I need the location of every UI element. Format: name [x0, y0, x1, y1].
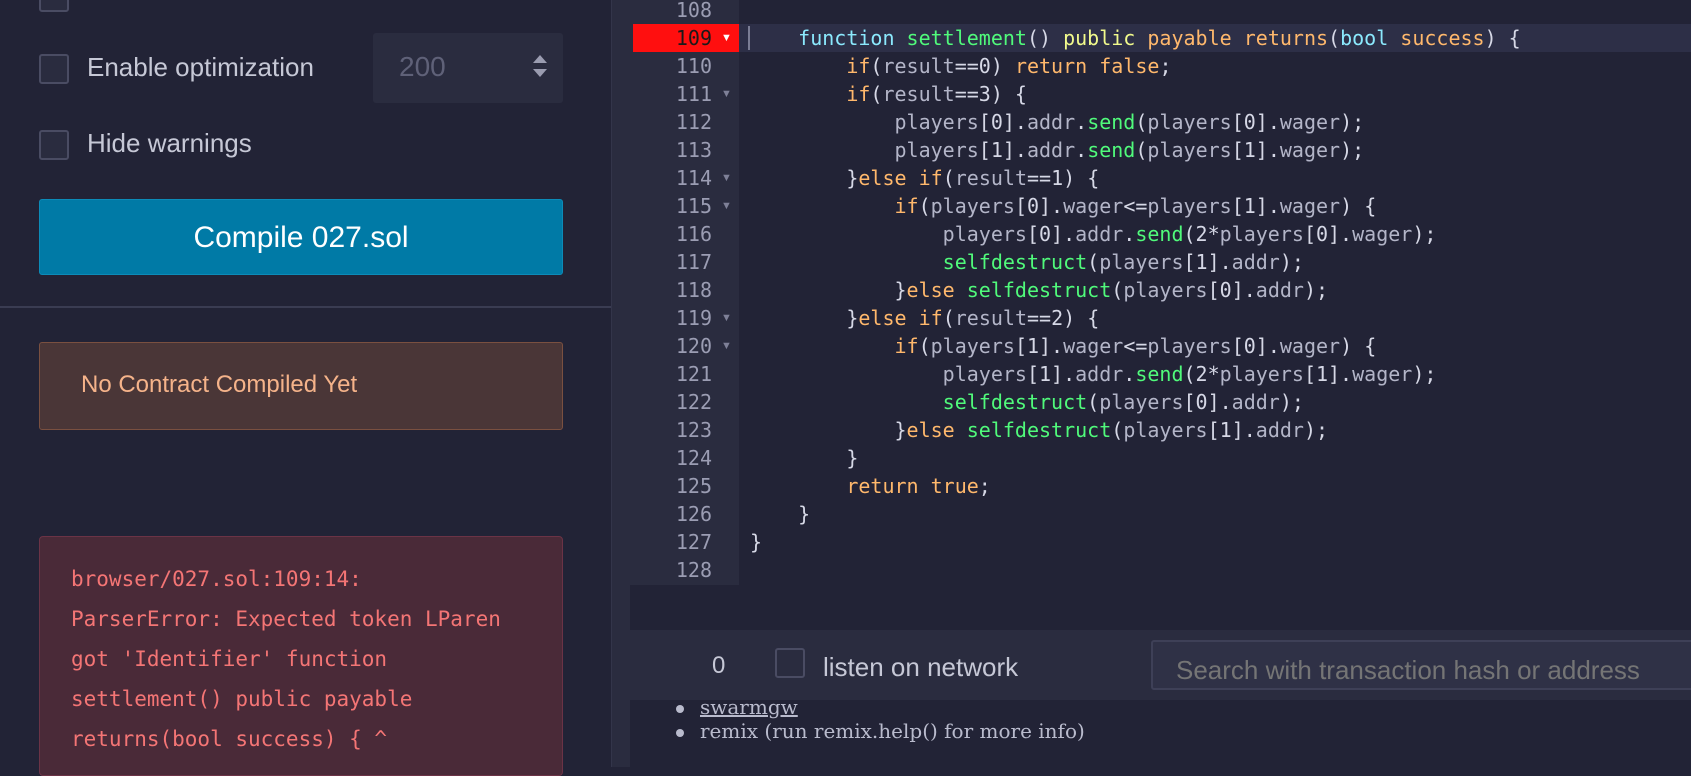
line-number: 114: [675, 166, 712, 190]
listen-on-network-checkbox[interactable]: [775, 648, 805, 678]
compile-error-box: browser/027.sol:109:14: ParserError: Exp…: [39, 536, 563, 776]
terminal-item: swarmgw: [676, 695, 798, 719]
fold-arrow-icon[interactable]: ▼: [721, 80, 732, 108]
code-line: }: [750, 530, 763, 554]
line-number: 118: [675, 278, 712, 302]
code-line: }else selfdestruct(players[0].addr);: [750, 278, 1329, 302]
decrement-arrow-icon[interactable]: [533, 69, 547, 77]
line-number: 116: [675, 222, 712, 246]
fold-arrow-icon[interactable]: ▼: [721, 332, 732, 360]
bullet-icon: [676, 705, 684, 713]
code-line: players[0].addr.send(2*players[0].wager)…: [942, 222, 1437, 246]
terminal-item: remix (run remix.help() for more info): [676, 719, 1085, 743]
code-line: players[0].addr.send(players[0].wager);: [894, 110, 1365, 134]
fold-arrow-icon[interactable]: ▼: [721, 164, 732, 192]
code-line: function settlement() public payable ret…: [798, 26, 1521, 50]
terminal-output: swarmgw remix (run remix.help() for more…: [630, 695, 1691, 767]
line-number: 128: [675, 558, 712, 582]
pending-tx-count: 0: [712, 652, 726, 679]
line-number: 110: [675, 54, 712, 78]
increment-arrow-icon[interactable]: [533, 55, 547, 63]
line-number: 108: [675, 0, 712, 22]
line-number: 124: [675, 446, 712, 470]
remix-help-text: remix (run remix.help() for more info): [700, 719, 1085, 743]
code-line: if(result==0) return false;: [846, 54, 1172, 78]
line-number: 125: [675, 474, 712, 498]
enable-optimization-label: Enable optimization: [87, 52, 314, 82]
line-number: 123: [675, 418, 712, 442]
code-line: selfdestruct(players[0].addr);: [942, 390, 1304, 414]
divider: [0, 306, 611, 308]
code-editor[interactable]: 108 109 110 111 112 113 114 115 116 117 118 119 120 1…: [630, 0, 1691, 585]
terminal-toolbar: 0 listen on network: [630, 630, 1691, 700]
hide-warnings-checkbox[interactable]: [39, 130, 69, 160]
fold-arrow-icon[interactable]: ▼: [721, 304, 732, 332]
code-line: if(players[0].wager<=players[1].wager) {: [894, 194, 1377, 218]
code-line: }: [750, 446, 859, 470]
swarmgw-link[interactable]: swarmgw: [700, 695, 798, 719]
line-number: 122: [675, 390, 712, 414]
listen-on-network-label: listen on network: [823, 652, 1019, 682]
hide-warnings-label: Hide warnings: [87, 128, 252, 158]
code-line: if(result==3) {: [846, 82, 1027, 106]
line-number: 113: [675, 138, 712, 162]
code-line: players[1].addr.send(2*players[1].wager)…: [942, 362, 1437, 386]
line-number: 115: [675, 194, 712, 218]
line-number: 112: [675, 110, 712, 134]
optimization-runs-input[interactable]: 200: [373, 33, 563, 103]
enable-optimization-checkbox[interactable]: [39, 54, 69, 84]
auto-compile-checkbox[interactable]: [39, 0, 69, 12]
bullet-icon: [676, 729, 684, 737]
line-number: 117: [675, 250, 712, 274]
line-number: 109: [675, 26, 712, 50]
compile-button[interactable]: Compile 027.sol: [39, 199, 563, 275]
code-line: }else selfdestruct(players[1].addr);: [750, 418, 1329, 442]
code-line: }: [750, 502, 811, 526]
code-line: players[1].addr.send(players[1].wager);: [894, 138, 1365, 162]
code-line: return true;: [846, 474, 991, 498]
line-number: 126: [675, 502, 712, 526]
code-line: }else if(result==2) {: [750, 306, 1100, 330]
line-number: 120: [675, 334, 712, 358]
compile-error-text: browser/027.sol:109:14: ParserError: Exp…: [71, 567, 501, 751]
panel-resizer[interactable]: [611, 0, 630, 767]
line-number: 119: [675, 306, 712, 330]
transaction-search-input[interactable]: [1151, 640, 1691, 690]
line-number: 121: [675, 362, 712, 386]
line-number: 111: [675, 82, 712, 106]
runs-value: 200: [399, 51, 446, 82]
fold-arrow-icon[interactable]: ▼: [721, 192, 732, 220]
line-number: 127: [675, 530, 712, 554]
code-line: selfdestruct(players[1].addr);: [942, 250, 1304, 274]
code-line: if(players[1].wager<=players[0].wager) {: [894, 334, 1377, 358]
fold-arrow-icon[interactable]: ▼: [721, 24, 732, 52]
code-line: }else if(result==1) {: [750, 166, 1100, 190]
no-contract-notice: No Contract Compiled Yet: [39, 342, 563, 430]
no-contract-text: No Contract Compiled Yet: [81, 371, 358, 398]
compiler-panel: Enable optimization 200 Hide warnings Co…: [0, 0, 611, 776]
